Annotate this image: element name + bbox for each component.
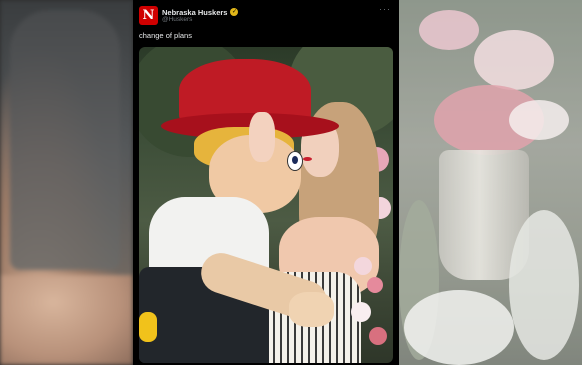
rose-bush	[349, 257, 389, 357]
tweet-text: change of plans	[139, 31, 192, 40]
woman-hand	[249, 112, 275, 162]
more-options-icon[interactable]: ···	[379, 4, 391, 14]
background-right-blurred	[399, 0, 582, 365]
tweet-photo[interactable]	[139, 47, 393, 363]
verified-badge-icon: ✓	[230, 8, 239, 16]
nebraska-logo-icon[interactable]: N	[139, 6, 158, 25]
background-left-blurred	[0, 0, 133, 365]
tweet-card[interactable]: N Nebraska Huskers ✓ @Huskers ··· change…	[133, 0, 399, 365]
account-handle[interactable]: @Huskers	[162, 16, 192, 23]
